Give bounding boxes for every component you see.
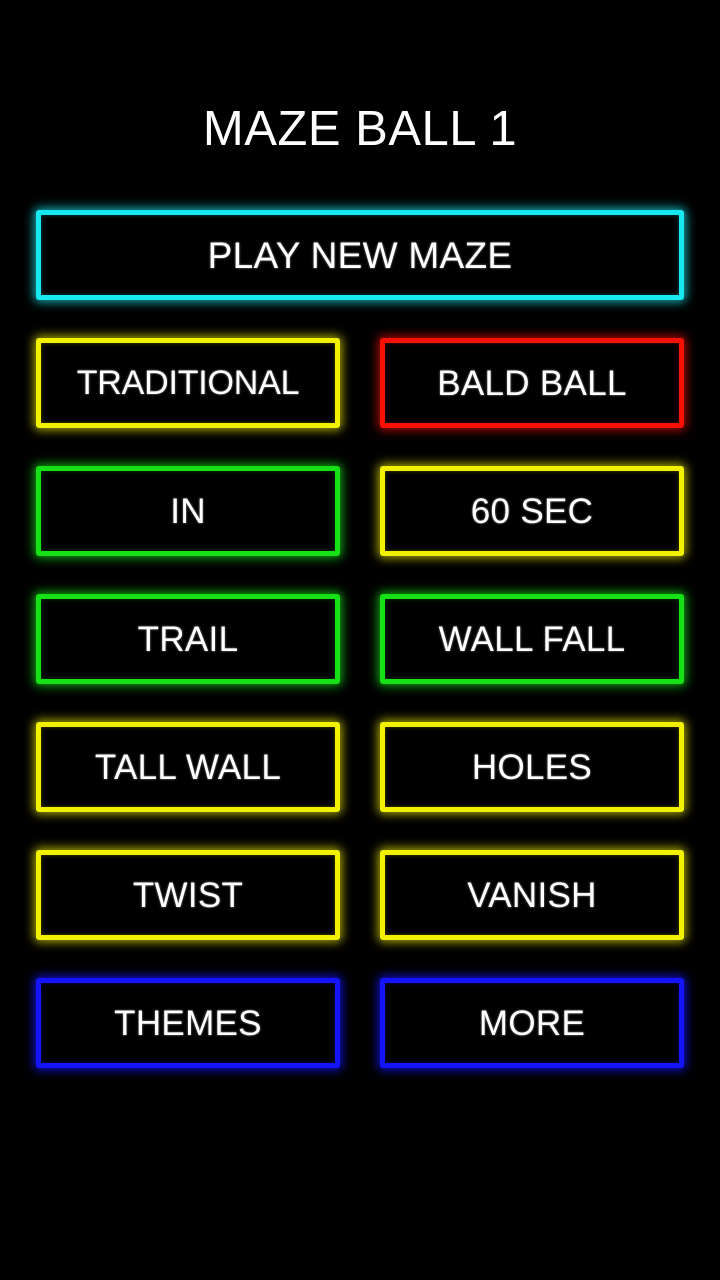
in-button[interactable]: IN: [36, 466, 340, 556]
traditional-button[interactable]: TRADITIONAL: [36, 338, 340, 428]
more-button[interactable]: MORE: [380, 978, 684, 1068]
page-title: MAZE BALL 1: [202, 101, 518, 156]
bald-ball-label: BALD BALL: [437, 363, 627, 403]
twist-label: TWIST: [132, 875, 244, 915]
tall-wall-button[interactable]: TALL WALL: [36, 722, 340, 812]
tall-wall-label: TALL WALL: [94, 747, 282, 787]
themes-button[interactable]: THEMES: [36, 978, 340, 1068]
menu-row-play: PLAY NEW MAZE: [36, 210, 684, 300]
menu-row-3: TRAIL WALL FALL: [36, 594, 684, 684]
title-bar: MAZE BALL 1: [0, 96, 720, 162]
vanish-button[interactable]: VANISH: [380, 850, 684, 940]
menu-row-2: IN 60 SEC: [36, 466, 684, 556]
holes-label: HOLES: [471, 747, 593, 787]
main-menu: PLAY NEW MAZE TRADITIONAL BALD BALL IN 6…: [36, 210, 684, 1068]
menu-row-5: TWIST VANISH: [36, 850, 684, 940]
more-label: MORE: [478, 1003, 586, 1043]
play-new-maze-label: PLAY NEW MAZE: [207, 234, 513, 276]
traditional-label: TRADITIONAL: [76, 364, 300, 402]
trail-label: TRAIL: [137, 619, 239, 659]
timer-60-sec-label: 60 SEC: [470, 491, 594, 531]
themes-label: THEMES: [114, 1003, 262, 1043]
menu-row-1: TRADITIONAL BALD BALL: [36, 338, 684, 428]
in-label: IN: [170, 491, 206, 531]
bald-ball-button[interactable]: BALD BALL: [380, 338, 684, 428]
holes-button[interactable]: HOLES: [380, 722, 684, 812]
menu-row-6: THEMES MORE: [36, 978, 684, 1068]
game-menu-screen: MAZE BALL 1 PLAY NEW MAZE TRADITIONAL BA…: [0, 0, 720, 1280]
timer-60-sec-button[interactable]: 60 SEC: [380, 466, 684, 556]
wall-fall-button[interactable]: WALL FALL: [380, 594, 684, 684]
twist-button[interactable]: TWIST: [36, 850, 340, 940]
wall-fall-label: WALL FALL: [438, 619, 626, 659]
vanish-label: VANISH: [467, 875, 597, 915]
menu-row-4: TALL WALL HOLES: [36, 722, 684, 812]
trail-button[interactable]: TRAIL: [36, 594, 340, 684]
play-new-maze-button[interactable]: PLAY NEW MAZE: [36, 210, 684, 300]
